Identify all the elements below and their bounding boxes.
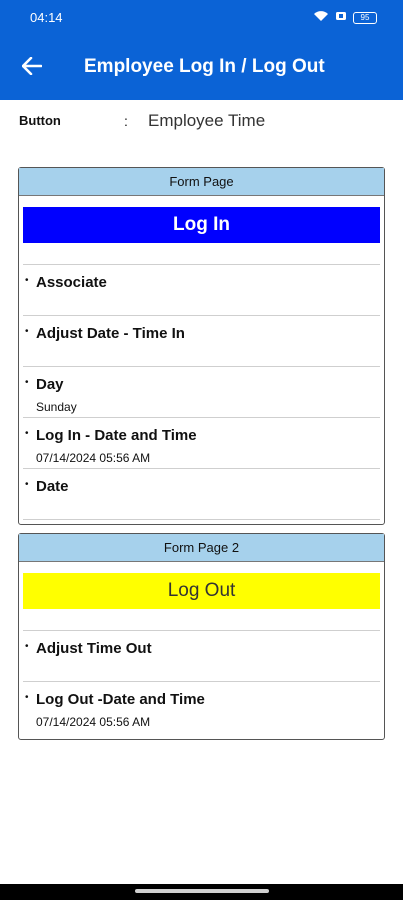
bullet-icon: • bbox=[25, 275, 29, 286]
field-value: 07/14/2024 05:56 AM bbox=[36, 451, 151, 465]
field-label: Adjust Date - Time In bbox=[36, 325, 185, 342]
field-date[interactable]: • Date bbox=[23, 469, 380, 519]
status-time: 04:14 bbox=[30, 10, 63, 25]
wifi-icon bbox=[313, 9, 329, 27]
field-adjust-date-time-in[interactable]: • Adjust Date - Time In bbox=[23, 316, 380, 366]
navigation-bar bbox=[0, 884, 403, 900]
battery-icon: 95 bbox=[353, 12, 377, 24]
page-title: Employee Log In / Log Out bbox=[84, 56, 325, 77]
home-handle[interactable] bbox=[135, 889, 269, 893]
bullet-icon: • bbox=[25, 377, 29, 388]
field-log-out-date-time[interactable]: • Log Out -Date and Time 07/14/2024 05:5… bbox=[23, 682, 380, 732]
field-value: 07/14/2024 05:56 AM bbox=[36, 715, 151, 729]
form-section-2: Form Page 2 Log Out • Adjust Time Out • … bbox=[18, 533, 385, 740]
divider bbox=[23, 519, 380, 520]
field-label: Day bbox=[36, 376, 64, 393]
field-day[interactable]: • Day Sunday bbox=[23, 367, 380, 417]
info-label: Button bbox=[19, 113, 61, 128]
log-out-button[interactable]: Log Out bbox=[23, 573, 380, 609]
status-icons: 95 bbox=[313, 9, 377, 27]
bullet-icon: • bbox=[25, 479, 29, 490]
data-icon bbox=[335, 9, 347, 27]
field-label: Date bbox=[36, 478, 69, 495]
field-adjust-time-out[interactable]: • Adjust Time Out bbox=[23, 631, 380, 681]
section-header: Form Page bbox=[19, 168, 384, 196]
field-value: Sunday bbox=[36, 400, 77, 414]
back-button[interactable] bbox=[16, 52, 48, 84]
bullet-icon: • bbox=[25, 326, 29, 337]
field-label: Associate bbox=[36, 274, 107, 291]
field-log-in-date-time[interactable]: • Log In - Date and Time 07/14/2024 05:5… bbox=[23, 418, 380, 468]
field-label: Adjust Time Out bbox=[36, 640, 152, 657]
field-label: Log Out -Date and Time bbox=[36, 691, 205, 708]
info-value: Employee Time bbox=[148, 111, 266, 130]
app-bar: Employee Log In / Log Out bbox=[0, 36, 403, 100]
bullet-icon: • bbox=[25, 428, 29, 439]
field-associate[interactable]: • Associate bbox=[23, 265, 380, 315]
info-separator: : bbox=[124, 113, 128, 129]
arrow-left-icon bbox=[21, 56, 43, 80]
bullet-icon: • bbox=[25, 641, 29, 652]
field-label: Log In - Date and Time bbox=[36, 427, 197, 444]
log-in-button[interactable]: Log In bbox=[23, 207, 380, 243]
status-bar: 04:14 95 bbox=[0, 0, 403, 36]
info-row: Button : Employee Time bbox=[19, 110, 389, 132]
form-section-1: Form Page Log In • Associate • Adjust Da… bbox=[18, 167, 385, 525]
section-header: Form Page 2 bbox=[19, 534, 384, 562]
bullet-icon: • bbox=[25, 692, 29, 703]
